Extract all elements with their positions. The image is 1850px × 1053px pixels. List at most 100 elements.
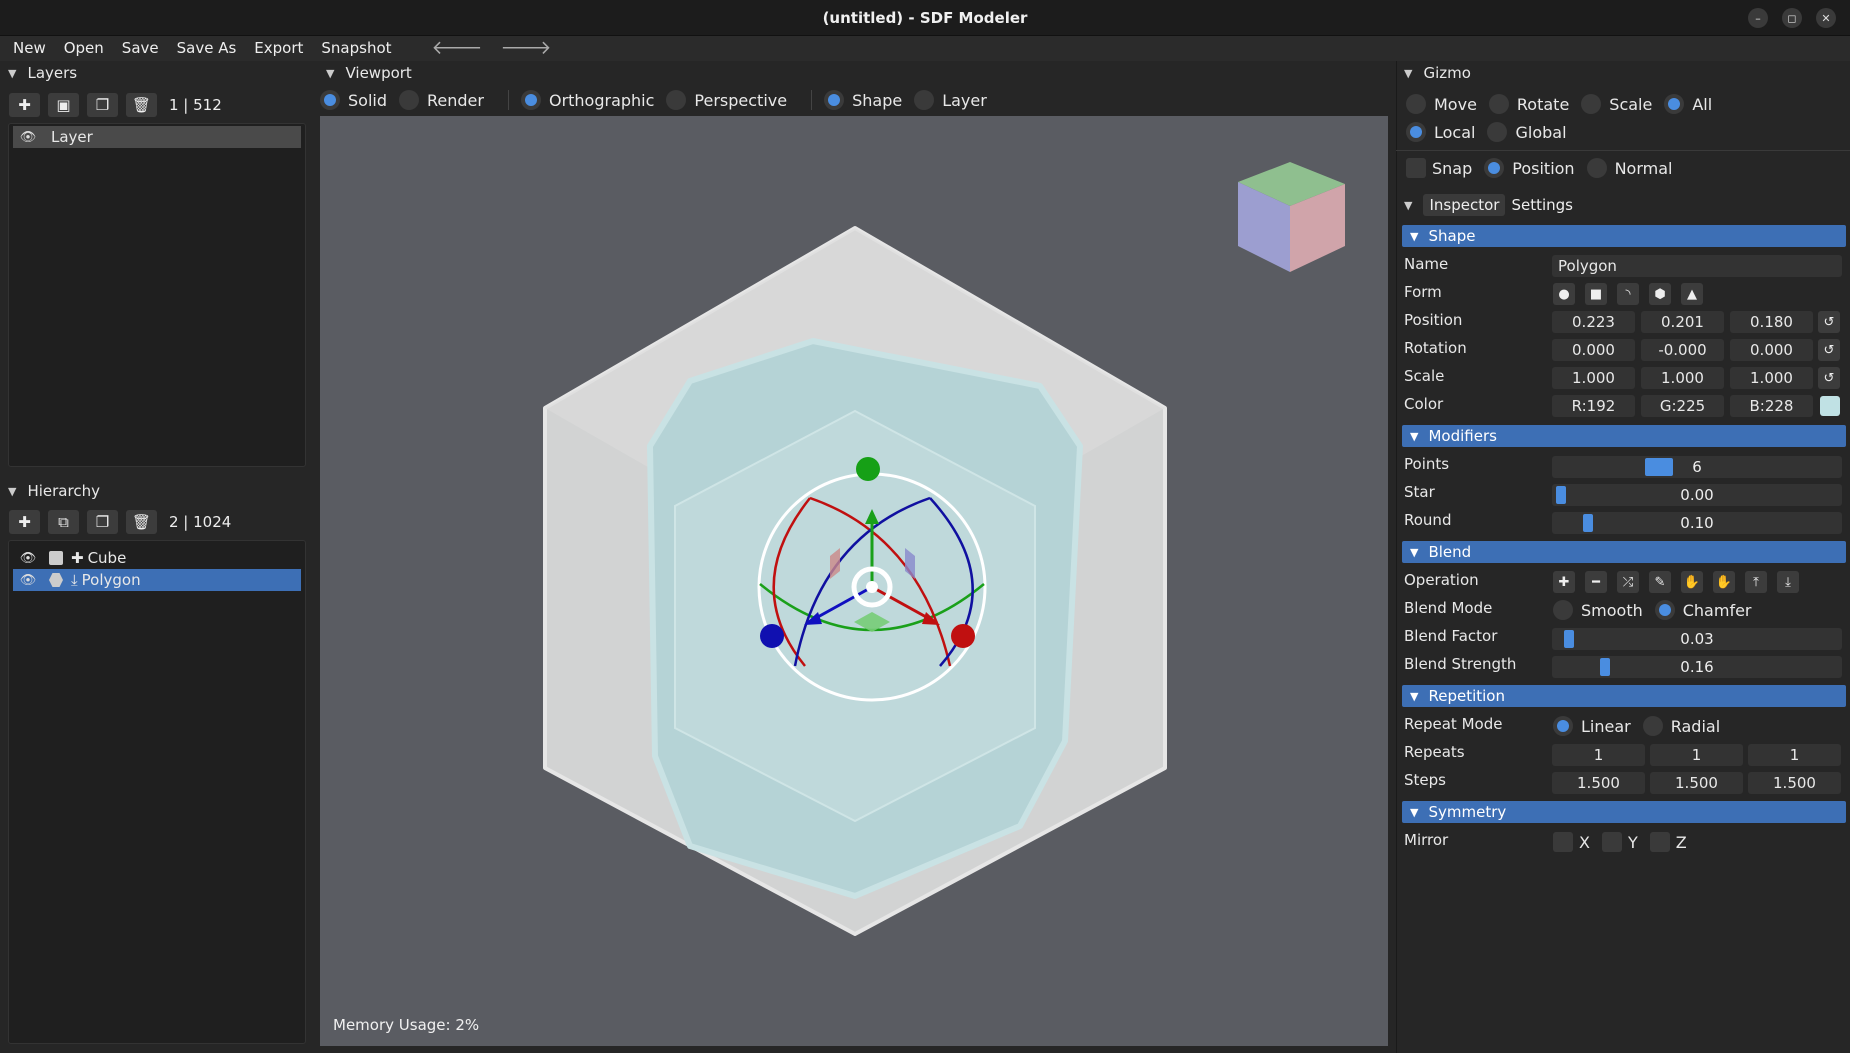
menu-new[interactable]: New bbox=[4, 36, 55, 61]
group-icon[interactable]: ⧉ bbox=[48, 510, 79, 534]
menu-save[interactable]: Save bbox=[113, 36, 168, 61]
round-slider[interactable]: 0.10 bbox=[1552, 512, 1842, 534]
tree-item-polygon[interactable]: 👁 ⤓ Polygon bbox=[13, 569, 301, 591]
download-icon[interactable]: ⤓ bbox=[1777, 571, 1799, 593]
scale-y[interactable]: 1.000 bbox=[1641, 367, 1724, 389]
redo-arrow-icon[interactable]: 🡒 bbox=[491, 36, 560, 61]
rotation-x[interactable]: 0.000 bbox=[1552, 339, 1635, 361]
position-z[interactable]: 0.180 bbox=[1730, 311, 1813, 333]
mirror-x-checkbox[interactable]: X bbox=[1553, 832, 1590, 852]
name-field[interactable]: Polygon bbox=[1552, 255, 1842, 277]
gizmo-header[interactable]: ▼ Gizmo bbox=[1396, 62, 1471, 84]
layers-header[interactable]: ▼ Layers bbox=[0, 62, 77, 84]
add-layer-icon[interactable]: ✚ bbox=[9, 93, 40, 117]
hand-off-icon[interactable]: ✋ bbox=[1713, 571, 1735, 593]
union-icon[interactable]: ✚ bbox=[1553, 571, 1575, 593]
trash-icon[interactable]: 🗑 bbox=[126, 510, 157, 534]
steps-z[interactable]: 1.500 bbox=[1748, 772, 1841, 794]
steps-y[interactable]: 1.500 bbox=[1650, 772, 1743, 794]
color-g[interactable]: G:225 bbox=[1641, 395, 1724, 417]
rotation-z[interactable]: 0.000 bbox=[1730, 339, 1813, 361]
shape-section-header[interactable]: ▼ Shape bbox=[1402, 225, 1846, 247]
scale-z[interactable]: 1.000 bbox=[1730, 367, 1813, 389]
viewport-header[interactable]: ▼ Viewport bbox=[318, 62, 412, 84]
upload-icon[interactable]: ⤒ bbox=[1745, 571, 1767, 593]
subtract-icon[interactable]: ━ bbox=[1585, 571, 1607, 593]
menu-snapshot[interactable]: Snapshot bbox=[312, 36, 400, 61]
box-form-icon[interactable]: ■ bbox=[1585, 283, 1607, 305]
mirror-z-checkbox[interactable]: Z bbox=[1649, 832, 1687, 852]
orthographic-radio[interactable]: Orthographic bbox=[520, 90, 654, 110]
position-radio[interactable]: Position bbox=[1484, 158, 1575, 178]
reset-icon[interactable]: ↺ bbox=[1818, 339, 1840, 361]
rotation-y[interactable]: -0.000 bbox=[1641, 339, 1724, 361]
repetition-section-header[interactable]: ▼ Repetition bbox=[1402, 685, 1846, 707]
reset-icon[interactable]: ↺ bbox=[1818, 367, 1840, 389]
render-radio[interactable]: Render bbox=[399, 90, 484, 110]
tree-item-cube[interactable]: 👁 ✚ Cube bbox=[13, 547, 301, 569]
points-slider[interactable]: 6 bbox=[1552, 456, 1842, 478]
hand-icon[interactable]: ✋ bbox=[1681, 571, 1703, 593]
repeats-z[interactable]: 1 bbox=[1748, 744, 1841, 766]
hexagon-form-icon[interactable]: ⬢ bbox=[1649, 283, 1671, 305]
repeats-x[interactable]: 1 bbox=[1552, 744, 1645, 766]
mirror-y-checkbox[interactable]: Y bbox=[1601, 832, 1638, 852]
curve-form-icon[interactable]: ◝ bbox=[1617, 283, 1639, 305]
position-y[interactable]: 0.201 bbox=[1641, 311, 1724, 333]
star-slider[interactable]: 0.00 bbox=[1552, 484, 1842, 506]
menu-export[interactable]: Export bbox=[245, 36, 312, 61]
symmetry-section-header[interactable]: ▼ Symmetry bbox=[1402, 801, 1846, 823]
eye-icon[interactable]: 👁 bbox=[17, 551, 39, 566]
snap-checkbox[interactable]: Snap bbox=[1406, 158, 1472, 178]
scale-radio[interactable]: Scale bbox=[1581, 94, 1652, 114]
scale-x[interactable]: 1.000 bbox=[1552, 367, 1635, 389]
repeats-y[interactable]: 1 bbox=[1650, 744, 1743, 766]
collapse-icon[interactable]: ▼ bbox=[1404, 199, 1412, 212]
eye-icon[interactable]: 👁 bbox=[17, 130, 39, 145]
position-x[interactable]: 0.223 bbox=[1552, 311, 1635, 333]
solid-radio[interactable]: Solid bbox=[320, 90, 387, 110]
global-radio[interactable]: Global bbox=[1487, 122, 1567, 142]
local-radio[interactable]: Local bbox=[1406, 122, 1475, 142]
maximize-button[interactable]: ◻ bbox=[1782, 8, 1802, 28]
shuffle-icon[interactable]: ⤮ bbox=[1617, 571, 1639, 593]
close-button[interactable]: ✕ bbox=[1816, 8, 1836, 28]
blend-strength-slider[interactable]: 0.16 bbox=[1552, 656, 1842, 678]
paint-icon[interactable]: ✎ bbox=[1649, 571, 1671, 593]
tab-settings[interactable]: Settings bbox=[1505, 194, 1579, 216]
menu-save-as[interactable]: Save As bbox=[168, 36, 246, 61]
color-swatch[interactable] bbox=[1820, 396, 1840, 416]
linear-radio[interactable]: Linear bbox=[1553, 716, 1631, 736]
modifiers-section-header[interactable]: ▼ Modifiers bbox=[1402, 425, 1846, 447]
chamfer-radio[interactable]: Chamfer bbox=[1654, 600, 1752, 620]
duplicate-icon[interactable]: ❐ bbox=[87, 93, 118, 117]
eye-icon[interactable]: 👁 bbox=[17, 573, 39, 588]
blend-factor-slider[interactable]: 0.03 bbox=[1552, 628, 1842, 650]
blend-section-header[interactable]: ▼ Blend bbox=[1402, 541, 1846, 563]
rotate-radio[interactable]: Rotate bbox=[1488, 94, 1569, 114]
sphere-form-icon[interactable]: ● bbox=[1553, 283, 1575, 305]
trash-icon[interactable]: 🗑 bbox=[126, 93, 157, 117]
color-r[interactable]: R:192 bbox=[1552, 395, 1635, 417]
add-shape-icon[interactable]: ✚ bbox=[9, 510, 40, 534]
minimize-button[interactable]: – bbox=[1748, 8, 1768, 28]
undo-arrow-icon[interactable]: 🡐 bbox=[423, 36, 492, 61]
shape-radio[interactable]: Shape bbox=[824, 90, 902, 110]
hierarchy-header[interactable]: ▼ Hierarchy bbox=[0, 480, 100, 502]
normal-radio[interactable]: Normal bbox=[1586, 158, 1672, 178]
duplicate-icon[interactable]: ❐ bbox=[87, 510, 118, 534]
menu-open[interactable]: Open bbox=[55, 36, 113, 61]
color-b[interactable]: B:228 bbox=[1730, 395, 1813, 417]
layer-radio[interactable]: Layer bbox=[914, 90, 987, 110]
smooth-radio[interactable]: Smooth bbox=[1553, 600, 1643, 620]
image-icon[interactable]: ▣ bbox=[48, 93, 79, 117]
triangle-form-icon[interactable]: ▲ bbox=[1681, 283, 1703, 305]
list-item[interactable]: 👁 Layer bbox=[13, 126, 301, 148]
all-radio[interactable]: All bbox=[1664, 94, 1712, 114]
radial-radio[interactable]: Radial bbox=[1642, 716, 1720, 736]
steps-x[interactable]: 1.500 bbox=[1552, 772, 1645, 794]
perspective-radio[interactable]: Perspective bbox=[666, 90, 787, 110]
reset-icon[interactable]: ↺ bbox=[1818, 311, 1840, 333]
tab-inspector[interactable]: Inspector bbox=[1423, 194, 1506, 216]
viewport-canvas[interactable] bbox=[320, 116, 1388, 1046]
